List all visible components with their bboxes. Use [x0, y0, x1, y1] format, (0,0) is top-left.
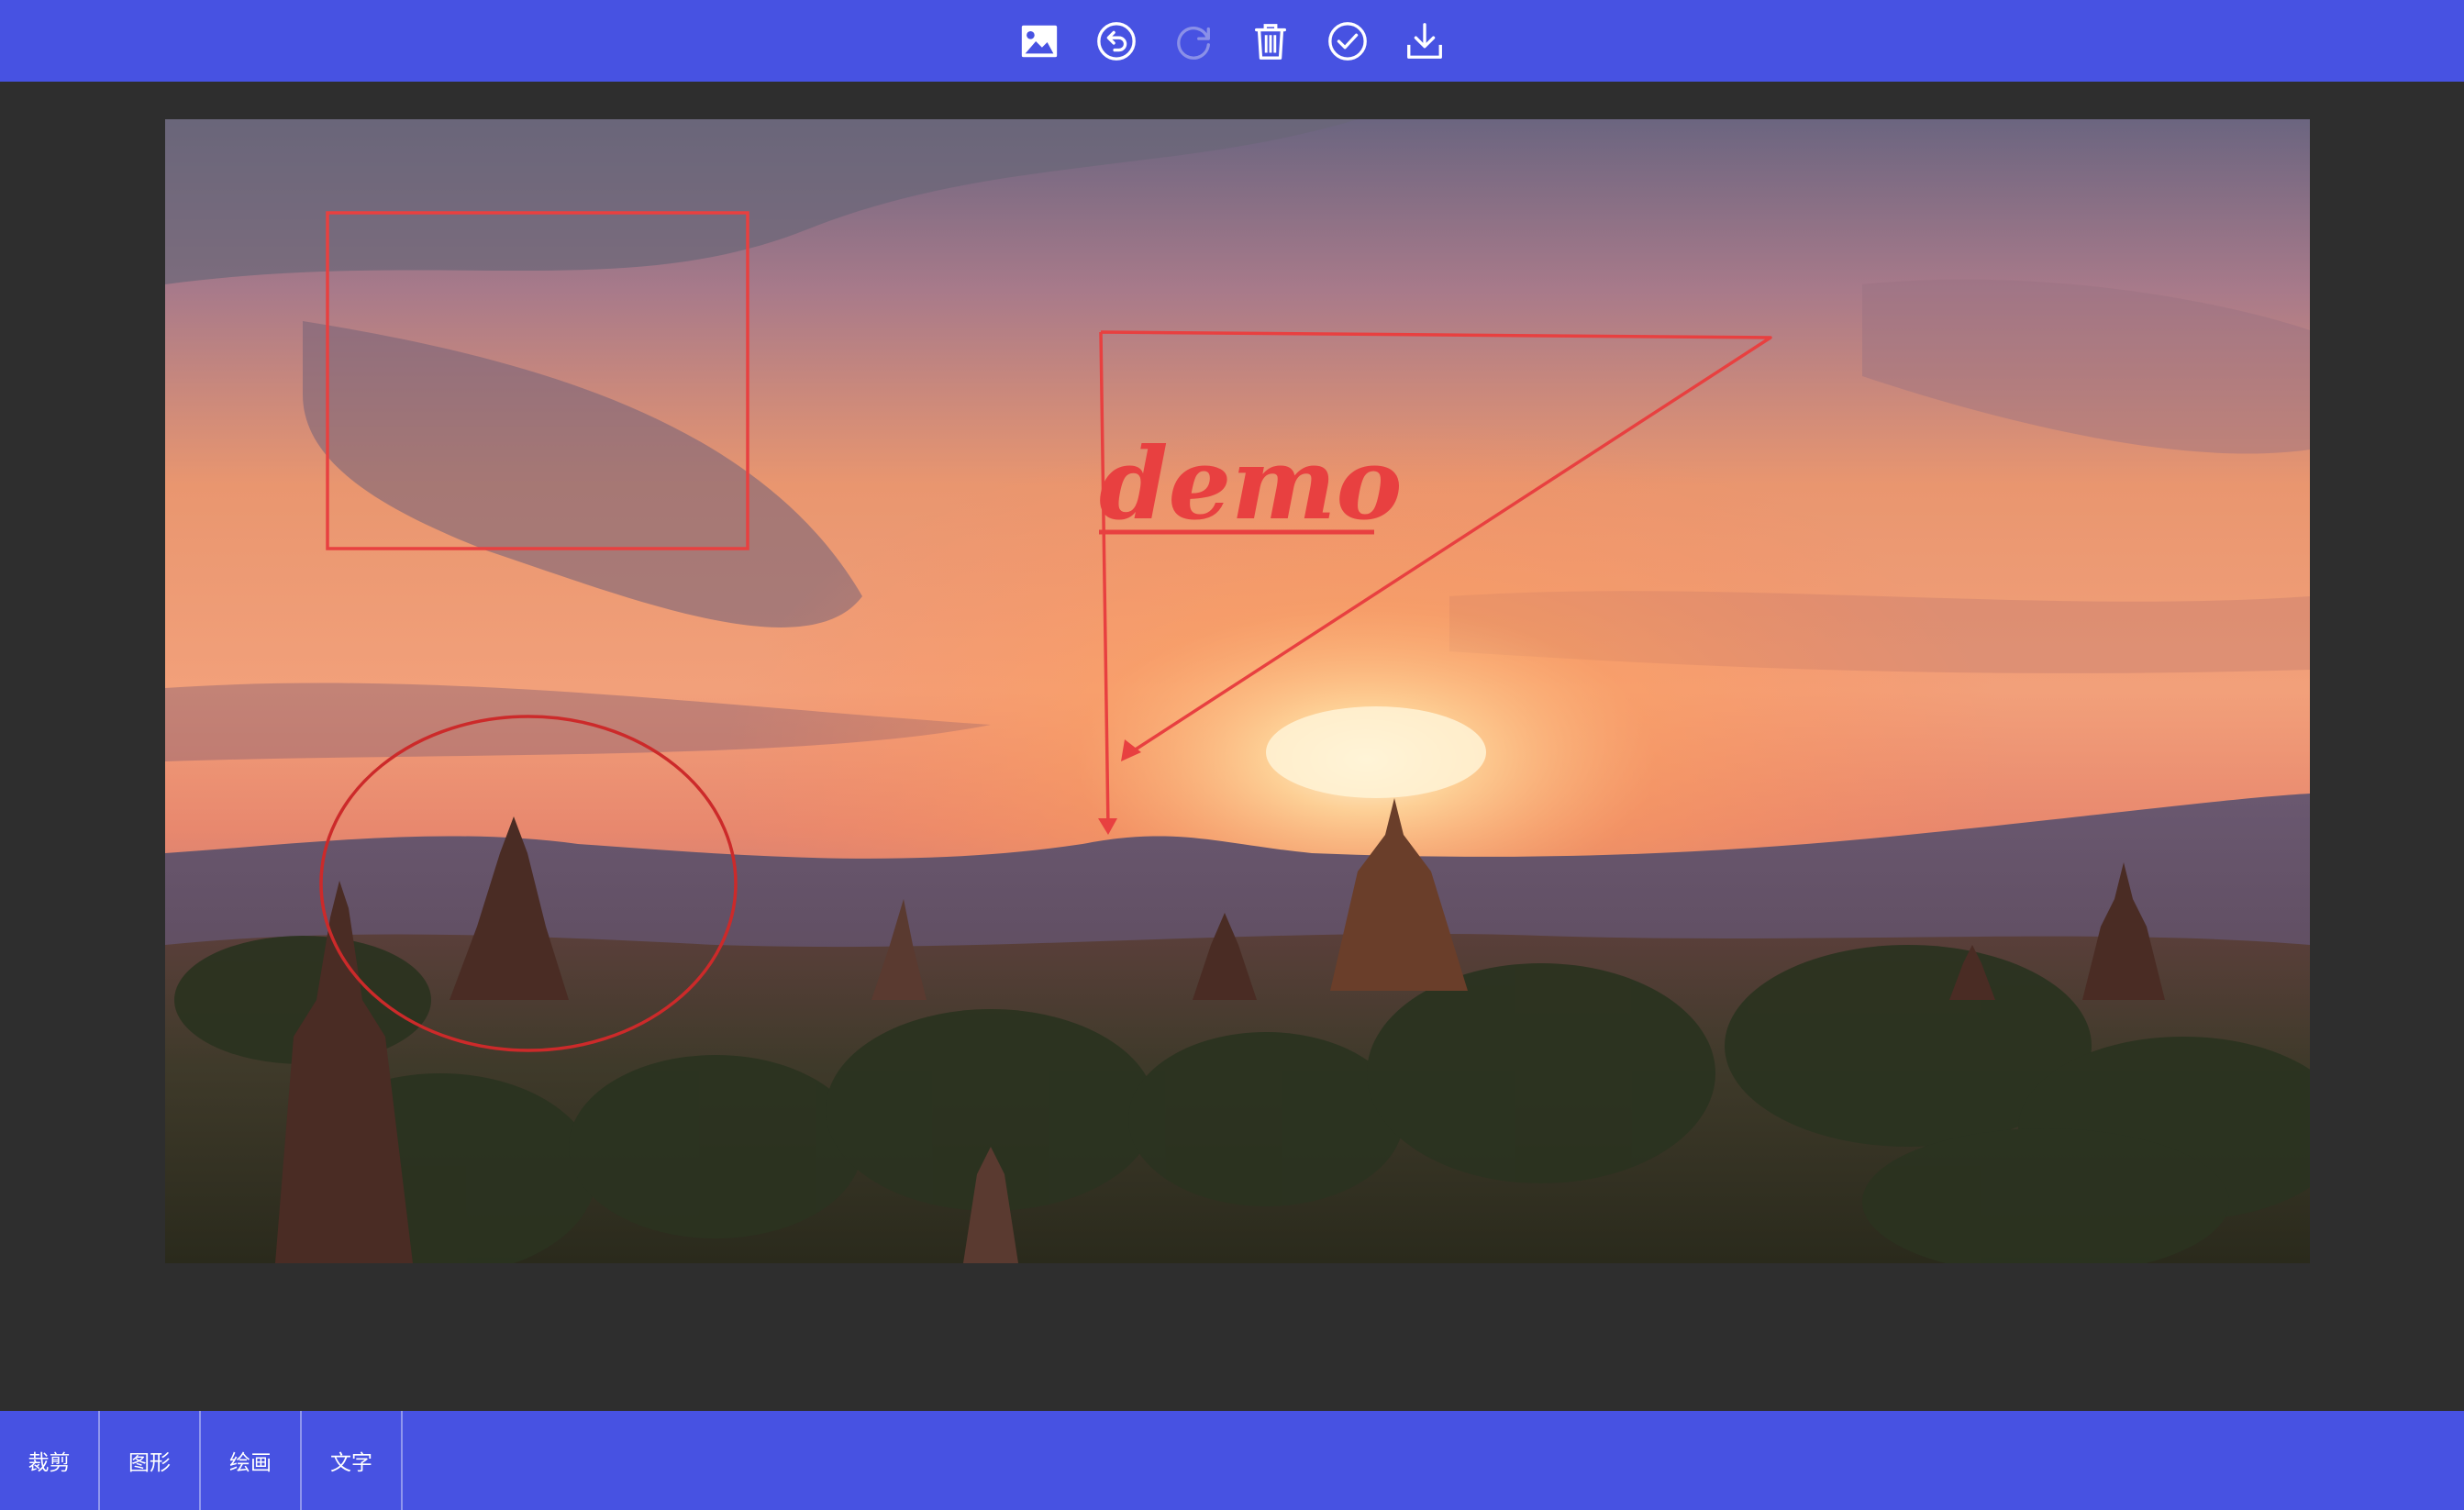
tab-draw[interactable]: 绘画: [201, 1411, 302, 1510]
download-icon: [1407, 22, 1442, 59]
trash-icon: [1254, 23, 1287, 60]
tab-draw-label: 绘画: [229, 1451, 272, 1475]
confirm-button[interactable]: [1326, 19, 1370, 63]
download-button[interactable]: [1403, 19, 1447, 63]
tab-crop-label: 裁剪: [28, 1451, 71, 1475]
tab-shape-label: 图形: [128, 1451, 171, 1475]
redo-icon: [1177, 26, 1210, 60]
editor-workspace: demo: [0, 82, 2464, 1411]
delete-button[interactable]: [1249, 19, 1293, 63]
sunset-photo: demo: [165, 119, 2310, 1263]
top-toolbar: [0, 0, 2464, 82]
image-canvas[interactable]: demo: [165, 119, 2310, 1263]
tab-crop[interactable]: 裁剪: [0, 1411, 100, 1510]
check-circle-icon: [1328, 21, 1367, 61]
tab-text[interactable]: 文字: [302, 1411, 403, 1510]
redo-button[interactable]: [1171, 19, 1215, 63]
tab-text-label: 文字: [330, 1451, 372, 1475]
bottom-tab-bar: 裁剪 图形 绘画 文字: [0, 1411, 2464, 1510]
open-image-button[interactable]: [1017, 19, 1061, 63]
annotation-text[interactable]: demo: [1099, 427, 1403, 542]
image-editor-app: demo 裁剪 图形 绘画 文字: [0, 0, 2464, 1510]
undo-button[interactable]: [1094, 19, 1138, 63]
undo-icon: [1097, 21, 1136, 61]
tab-shape[interactable]: 图形: [100, 1411, 201, 1510]
image-icon: [1021, 25, 1058, 57]
